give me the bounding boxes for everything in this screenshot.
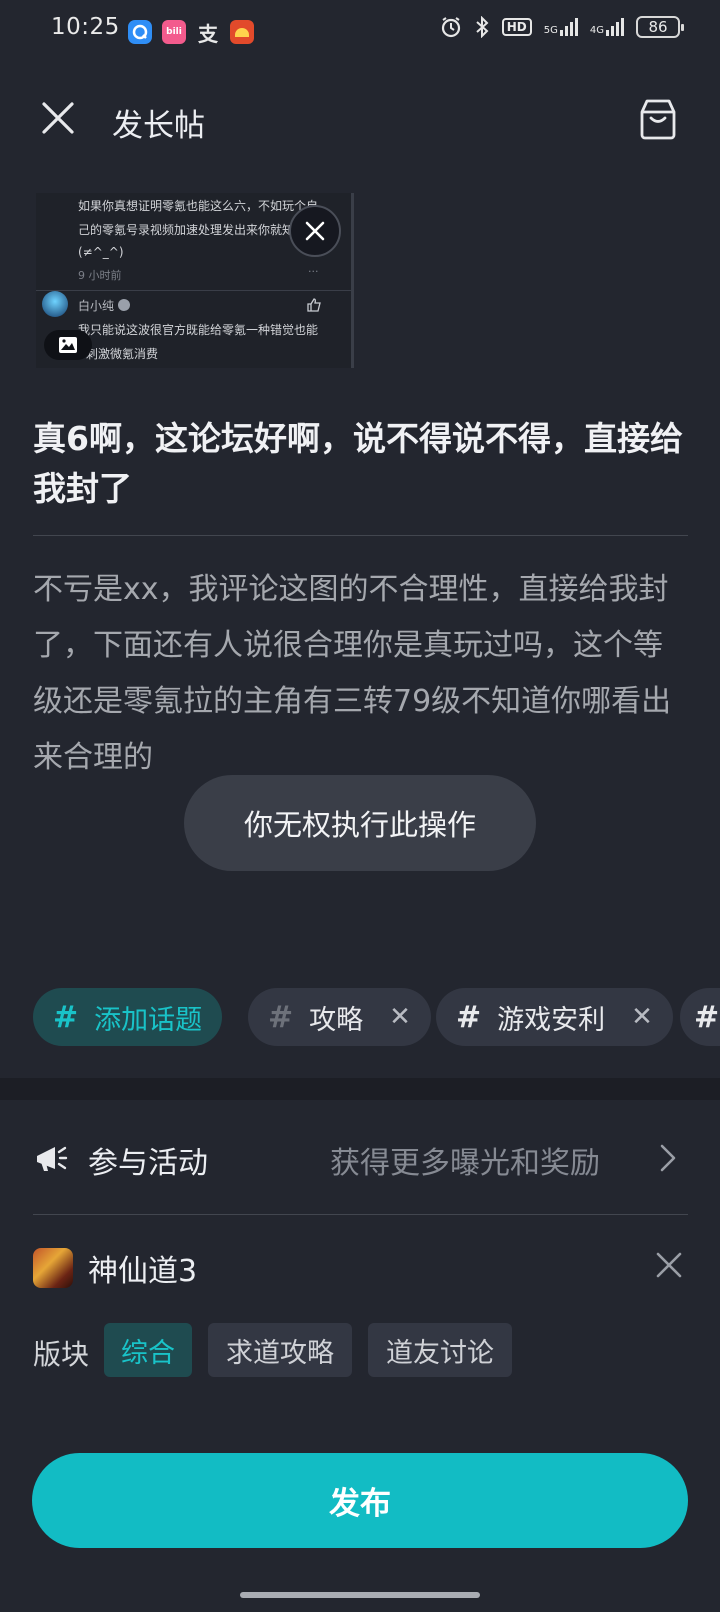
food-app-icon (230, 20, 254, 44)
page-title: 发长帖 (112, 108, 205, 144)
hash-icon: # (268, 999, 294, 1035)
thumb-text-line: (≠^_^) (78, 245, 124, 259)
hash-icon: # (694, 999, 720, 1035)
post-body[interactable]: 不亏是xx，我评论这图的不合理性，直接给我封了，下面还有人说很合理你是真玩过吗，… (33, 562, 683, 786)
toast-message: 你无权执行此操作 (184, 775, 536, 871)
add-topic-label: 添加话题 (94, 1004, 203, 1036)
add-topic-button[interactable]: # 添加话题 (33, 988, 223, 1046)
drafts-box-icon[interactable] (636, 97, 680, 141)
thumb-like-icon (307, 298, 321, 312)
activity-label[interactable]: 参与活动 (88, 1138, 208, 1182)
alipay-icon: 支 (198, 21, 218, 46)
remove-game-icon[interactable] (654, 1250, 684, 1280)
bluetooth-icon (476, 16, 489, 38)
topic-tag[interactable]: # 攻略 ✕ (248, 988, 431, 1046)
section-chip-general[interactable]: 综合 (104, 1323, 192, 1377)
thumb-badge-icon (118, 299, 130, 311)
topic-tag[interactable]: # 游戏安利 ✕ (436, 988, 673, 1046)
thumb-time: 9 小时前 (78, 269, 122, 282)
thumb-username: 白小纯 (78, 299, 115, 313)
publish-button[interactable]: 发布 (32, 1453, 688, 1548)
status-icons: HD 5G 4G 86 (440, 16, 684, 38)
hash-icon: # (456, 999, 482, 1035)
signal-4g-icon: 4G (590, 18, 624, 36)
battery-indicator: 86 (636, 16, 684, 38)
hash-icon: # (53, 999, 79, 1035)
thumb-text-line: 己的零氪号录视频加速处理发出来你就知道了 (78, 223, 319, 237)
close-icon[interactable] (36, 96, 80, 140)
megaphone-icon (33, 1140, 69, 1176)
close-icon (305, 221, 325, 241)
section-label: 版块 (33, 1338, 90, 1371)
topic-tag-partial[interactable]: # (680, 988, 720, 1046)
thumb-divider (36, 290, 351, 291)
thumb-text-line: 我只能说这波很官方既能给零氪一种错觉也能 (78, 323, 319, 337)
game-name[interactable]: 神仙道3 (88, 1246, 197, 1290)
section-separator (0, 1078, 720, 1100)
row-divider (33, 1214, 688, 1215)
status-time: 10:25 (51, 14, 120, 40)
thumb-text-line: 刺激微氪消费 (86, 347, 159, 361)
thumb-text-line: 如果你真想证明零氪也能这么六，不如玩个自 (78, 199, 319, 213)
topic-tag-label: 游戏安利 (497, 1004, 606, 1036)
home-indicator[interactable] (240, 1592, 480, 1598)
section-chip-discussion[interactable]: 道友讨论 (368, 1323, 512, 1377)
thumb-more: ··· (308, 265, 319, 278)
remove-tag-icon[interactable]: ✕ (389, 1002, 411, 1032)
alarm-icon (441, 17, 460, 38)
game-icon (33, 1248, 73, 1288)
topic-tag-label: 攻略 (309, 1004, 364, 1036)
q-app-icon (128, 20, 152, 44)
activity-hint[interactable]: 获得更多曝光和奖励 (330, 1138, 600, 1182)
hd-icon: HD (501, 18, 532, 36)
section-chip-strategy[interactable]: 求道攻略 (208, 1323, 352, 1377)
chevron-right-icon[interactable] (656, 1142, 680, 1174)
thumb-avatar (42, 291, 68, 317)
remove-image-button[interactable] (289, 205, 341, 257)
remove-tag-icon[interactable]: ✕ (631, 1002, 653, 1032)
bilibili-icon: bili (162, 20, 186, 44)
signal-5g-icon: 5G (544, 18, 578, 36)
post-title[interactable]: 真6啊，这论坛好啊，说不得说不得，直接给我封了 (33, 414, 683, 514)
title-divider (33, 535, 688, 536)
image-badge-icon (44, 330, 92, 360)
